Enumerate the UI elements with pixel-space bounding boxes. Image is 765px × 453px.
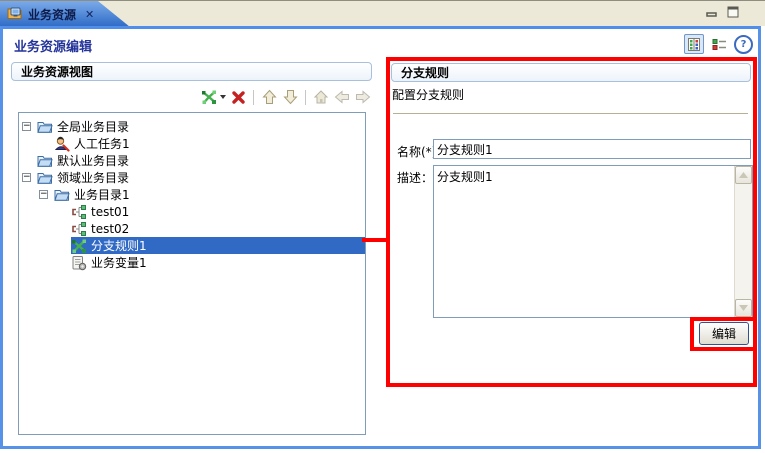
tree-item-人工任务1[interactable]: 人工任务1 xyxy=(19,135,365,152)
tree-item-test01[interactable]: test01 xyxy=(19,203,365,220)
title-actions: ? xyxy=(684,34,753,54)
grid-view-toggle[interactable] xyxy=(684,34,704,54)
resource-tree: −全局业务目录人工任务1默认业务目录−领域业务目录−业务目录1test01tes… xyxy=(18,112,366,435)
tree-item-label: test02 xyxy=(91,222,133,236)
tree-item-body[interactable]: test01 xyxy=(71,203,365,220)
right-panel-header: 分支规则 xyxy=(391,63,751,82)
expander-minus-icon[interactable]: − xyxy=(39,190,48,199)
toolbar-separator xyxy=(253,90,254,105)
tree-item-body[interactable]: 领域业务目录 xyxy=(37,169,365,186)
tab-strip: 业务资源 ✕ xyxy=(0,0,765,26)
forward-button xyxy=(354,88,372,106)
tree-toolbar xyxy=(186,87,372,107)
tree-item-label: test01 xyxy=(91,205,133,219)
back-button xyxy=(333,88,351,106)
move-up-button[interactable] xyxy=(260,88,278,106)
minimize-icon[interactable] xyxy=(706,6,719,21)
tree-item-分支规则1[interactable]: 分支规则1 xyxy=(19,237,365,254)
dropdown-caret-icon[interactable] xyxy=(220,95,226,99)
folder-icon xyxy=(54,187,70,203)
tree-item-body[interactable]: 默认业务目录 xyxy=(37,152,365,169)
tree-item-label: 全局业务目录 xyxy=(57,118,133,135)
tree-item-领域业务目录[interactable]: − 领域业务目录 xyxy=(19,169,365,186)
tree-item-body[interactable]: 人工任务1 xyxy=(54,135,365,152)
description-scrollbar[interactable] xyxy=(734,166,752,317)
ruleflow-icon xyxy=(71,221,87,237)
tree-item-label: 默认业务目录 xyxy=(57,152,133,169)
folder-icon xyxy=(37,119,53,135)
tree-item-业务目录1[interactable]: − 业务目录1 xyxy=(19,186,365,203)
variable-icon xyxy=(71,255,87,271)
tree-item-body[interactable]: test02 xyxy=(71,220,365,237)
folder-icon xyxy=(37,153,53,169)
tree-item-body[interactable]: 全局业务目录 xyxy=(37,118,365,135)
folder-icon xyxy=(37,170,53,186)
tree-item-默认业务目录[interactable]: 默认业务目录 xyxy=(19,152,365,169)
tree-item-全局业务目录[interactable]: − 全局业务目录 xyxy=(19,118,365,135)
tree-item-业务变量1[interactable]: 业务变量1 xyxy=(19,254,365,271)
expander-minus-icon[interactable]: − xyxy=(22,173,31,182)
ruleflow-icon xyxy=(71,204,87,220)
tree-item-label: 人工任务1 xyxy=(74,135,134,152)
tree-item-test02[interactable]: test02 xyxy=(19,220,365,237)
toolbar-separator xyxy=(305,90,306,105)
form-separator xyxy=(393,113,748,114)
left-panel-title: 业务资源视图 xyxy=(21,63,93,80)
help-icon[interactable]: ? xyxy=(734,35,753,54)
tab-business-resource[interactable]: 业务资源 ✕ xyxy=(0,1,130,27)
tab-title: 业务资源 xyxy=(28,6,76,23)
name-input[interactable] xyxy=(433,139,751,159)
tree-item-label: 业务目录1 xyxy=(74,186,134,203)
move-down-button[interactable] xyxy=(281,88,299,106)
tree-item-label: 分支规则1 xyxy=(91,237,151,254)
tree-item-label: 业务变量1 xyxy=(91,254,151,271)
business-resource-tab-icon xyxy=(7,5,23,24)
add-resource-button[interactable] xyxy=(200,88,226,106)
home-button xyxy=(312,88,330,106)
maximize-icon[interactable] xyxy=(727,6,740,21)
page-title: 业务资源编辑 xyxy=(14,36,92,55)
list-view-toggle[interactable] xyxy=(710,35,728,53)
right-panel-subtitle: 配置分支规则 xyxy=(392,86,464,103)
grid-view-icon xyxy=(688,38,700,51)
description-value: 分支规则1 xyxy=(434,166,734,317)
edit-button[interactable]: 编辑 xyxy=(699,322,749,345)
scroll-down-icon[interactable] xyxy=(735,299,752,317)
tree-item-body[interactable]: 业务目录1 xyxy=(54,186,365,203)
tab-close-icon[interactable]: ✕ xyxy=(85,8,94,21)
tree-item-label: 领域业务目录 xyxy=(57,169,133,186)
description-field-label: 描述： xyxy=(397,169,433,186)
tree-item-body[interactable]: 分支规则1 xyxy=(71,237,365,254)
description-textarea[interactable]: 分支规则1 xyxy=(433,165,753,318)
list-view-icon xyxy=(712,38,727,51)
tree-item-body[interactable]: 业务变量1 xyxy=(71,254,365,271)
business-resource-editor-view: 业务资源 ✕ 业务资源编辑 xyxy=(0,0,765,453)
scroll-up-icon[interactable] xyxy=(735,166,752,184)
delete-resource-button[interactable] xyxy=(229,88,247,106)
right-panel-title: 分支规则 xyxy=(401,64,449,81)
manual-task-icon xyxy=(54,136,70,152)
expander-minus-icon[interactable]: − xyxy=(22,122,31,131)
left-panel-header: 业务资源视图 xyxy=(11,62,372,81)
branch-icon xyxy=(71,238,87,254)
